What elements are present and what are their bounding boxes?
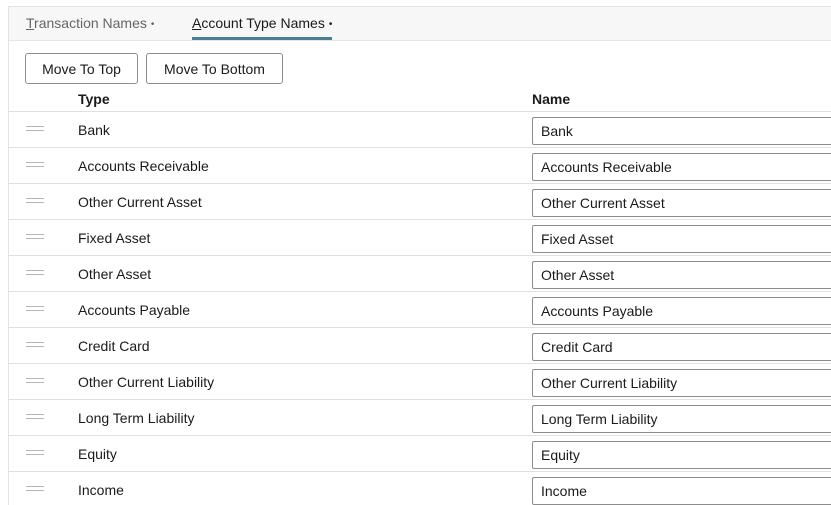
- table-row: Other Current Asset: [9, 184, 831, 220]
- type-cell: Other Current Asset: [78, 194, 202, 210]
- drag-handle-icon[interactable]: [26, 306, 44, 312]
- drag-handle-icon[interactable]: [26, 198, 44, 204]
- tab-bar: Transaction Names • Account Type Names •: [9, 7, 831, 41]
- table-row: Fixed Asset: [9, 220, 831, 256]
- name-input[interactable]: [532, 225, 831, 253]
- column-header-name: Name: [532, 91, 571, 107]
- type-cell: Bank: [78, 122, 110, 138]
- tab-account-type-names[interactable]: Account Type Names •: [192, 7, 333, 40]
- name-input[interactable]: [532, 297, 831, 325]
- drag-handle-icon[interactable]: [26, 450, 44, 456]
- type-cell: Long Term Liability: [78, 410, 195, 426]
- type-cell: Accounts Receivable: [78, 158, 209, 174]
- type-cell: Credit Card: [78, 338, 150, 354]
- drag-handle-icon[interactable]: [26, 342, 44, 348]
- name-input[interactable]: [532, 441, 831, 469]
- table-row: Other Current Liability: [9, 364, 831, 400]
- table-header: Type Name: [9, 87, 831, 112]
- tab-transaction-names[interactable]: Transaction Names •: [26, 7, 154, 41]
- name-input[interactable]: [532, 153, 831, 181]
- table-row: Bank: [9, 112, 831, 148]
- type-cell: Equity: [78, 446, 117, 462]
- drag-handle-icon[interactable]: [26, 486, 44, 492]
- drag-handle-icon[interactable]: [26, 378, 44, 384]
- unsaved-dot-icon: •: [328, 19, 333, 30]
- tab-label-accesskey: T: [26, 15, 35, 31]
- table-row: Income: [9, 472, 831, 505]
- unsaved-dot-icon: •: [150, 19, 155, 30]
- account-types-table: Type Name Bank Accounts Receivable Other…: [9, 87, 831, 505]
- tab-label: ransaction Names: [34, 15, 147, 31]
- name-input[interactable]: [532, 369, 831, 397]
- drag-handle-icon[interactable]: [26, 414, 44, 420]
- type-cell: Other Current Liability: [78, 374, 215, 390]
- type-cell: Income: [78, 482, 124, 498]
- name-input[interactable]: [532, 477, 831, 505]
- account-type-names-panel: Transaction Names • Account Type Names • M…: [8, 6, 831, 505]
- move-to-top-button[interactable]: Move To Top: [25, 53, 138, 84]
- column-header-type: Type: [78, 91, 110, 107]
- name-input[interactable]: [532, 405, 831, 433]
- name-input[interactable]: [532, 333, 831, 361]
- tab-label-accesskey: A: [192, 15, 202, 31]
- drag-handle-icon[interactable]: [26, 234, 44, 240]
- drag-handle-icon[interactable]: [26, 162, 44, 168]
- type-cell: Fixed Asset: [78, 230, 151, 246]
- name-input[interactable]: [532, 117, 831, 145]
- type-cell: Accounts Payable: [78, 302, 191, 318]
- drag-handle-icon[interactable]: [26, 126, 44, 132]
- table-row: Equity: [9, 436, 831, 472]
- name-input[interactable]: [532, 261, 831, 289]
- tab-label: ccount Type Names: [201, 15, 325, 31]
- table-row: Accounts Payable: [9, 292, 831, 328]
- drag-handle-icon[interactable]: [26, 270, 44, 276]
- name-input[interactable]: [532, 189, 831, 217]
- table-row: Long Term Liability: [9, 400, 831, 436]
- table-row: Accounts Receivable: [9, 148, 831, 184]
- type-cell: Other Asset: [78, 266, 152, 282]
- move-to-bottom-button[interactable]: Move To Bottom: [146, 53, 283, 84]
- table-row: Other Asset: [9, 256, 831, 292]
- table-row: Credit Card: [9, 328, 831, 364]
